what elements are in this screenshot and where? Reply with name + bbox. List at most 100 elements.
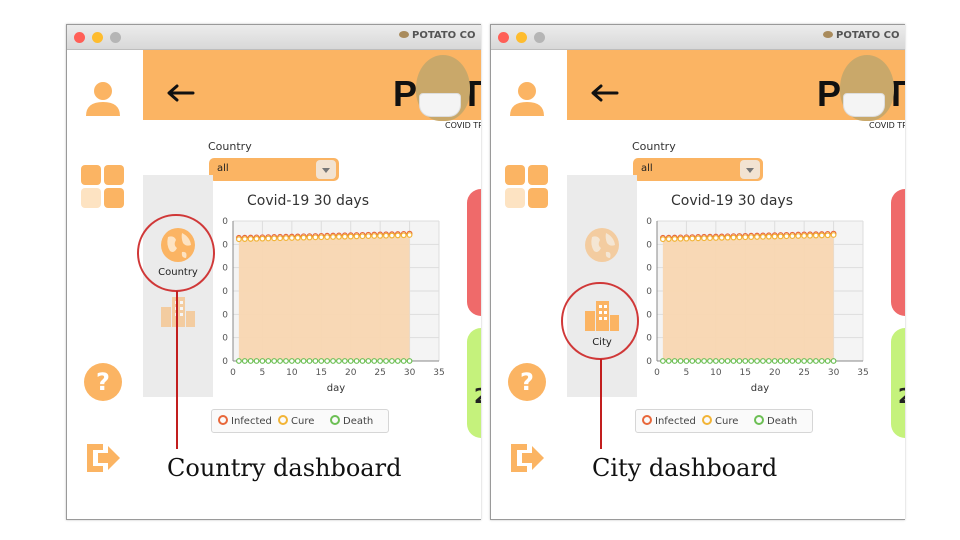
- covid-30-day-chart: 0 5 10 15 20 25 30 350000000day: [222, 217, 444, 394]
- x-tick-label: 25: [374, 368, 385, 378]
- legend-cure[interactable]: Cure: [278, 415, 314, 427]
- sidebar: ?: [67, 50, 143, 519]
- x-tick-label: 20: [769, 368, 781, 378]
- point-death: [394, 358, 401, 364]
- point-cure: [689, 235, 696, 242]
- point-death: [824, 358, 831, 364]
- chevron-down-icon[interactable]: [316, 160, 336, 179]
- back-arrow-icon[interactable]: [165, 83, 195, 103]
- back-arrow-icon[interactable]: [589, 83, 619, 103]
- point-death: [724, 358, 731, 364]
- point-cure: [306, 234, 313, 241]
- minimize-window-button[interactable]: [516, 32, 527, 43]
- point-cure: [707, 235, 713, 241]
- apps-grid-icon[interactable]: [504, 164, 550, 210]
- x-tick-label: 0: [654, 368, 660, 378]
- tab-country[interactable]: [571, 223, 633, 287]
- sidebar: ?: [491, 50, 567, 519]
- point-death: [765, 358, 772, 364]
- zoom-window-button[interactable]: [534, 32, 545, 43]
- x-tick-label: 30: [404, 368, 416, 378]
- face-mask-icon: [419, 93, 461, 117]
- point-cure: [748, 234, 755, 241]
- point-death: [300, 358, 307, 364]
- y-tick-label: 0: [646, 334, 652, 344]
- point-cure: [760, 233, 766, 240]
- point-death: [712, 358, 719, 364]
- point-cure: [247, 236, 254, 242]
- legend-cure[interactable]: Cure: [702, 415, 738, 427]
- point-death: [671, 358, 678, 364]
- point-death: [324, 358, 331, 364]
- point-cure: [365, 233, 372, 240]
- point-death: [312, 358, 319, 364]
- point-death: [818, 358, 825, 364]
- minimize-window-button[interactable]: [92, 32, 103, 43]
- close-window-button[interactable]: [74, 32, 85, 43]
- point-death: [247, 358, 254, 364]
- country-dashboard-caption: Country dashboard: [167, 454, 402, 482]
- country-dashboard-window: POTATO CO ? PO T COVID TR Country al: [66, 24, 481, 520]
- point-death: [377, 358, 384, 364]
- point-cure: [318, 234, 325, 241]
- point-death: [659, 358, 666, 364]
- title-bar: POTATO CO: [67, 25, 481, 50]
- country-select[interactable]: all: [209, 158, 339, 181]
- city-buildings-icon: [161, 297, 195, 327]
- y-tick-label: 0: [646, 310, 652, 320]
- help-icon[interactable]: ?: [83, 362, 123, 402]
- window-title: POTATO CO: [823, 30, 899, 41]
- country-filter-label: Country: [632, 140, 676, 153]
- stat-card-green: 2: [467, 328, 481, 438]
- point-cure: [671, 236, 678, 242]
- logout-icon[interactable]: [83, 438, 123, 478]
- point-cure: [347, 233, 354, 240]
- point-cure: [771, 233, 778, 240]
- help-icon[interactable]: ?: [507, 362, 547, 402]
- point-death: [689, 358, 696, 364]
- logout-icon[interactable]: [507, 438, 547, 478]
- close-window-button[interactable]: [498, 32, 509, 43]
- chevron-down-icon[interactable]: [740, 160, 760, 179]
- zoom-window-button[interactable]: [110, 32, 121, 43]
- point-cure: [324, 234, 331, 241]
- point-death: [754, 358, 760, 364]
- point-cure: [271, 235, 278, 242]
- y-tick-label: 0: [222, 334, 228, 344]
- x-tick-label: 25: [798, 368, 809, 378]
- user-icon[interactable]: [83, 78, 123, 118]
- y-tick-label: 0: [222, 310, 228, 320]
- point-death: [771, 358, 778, 364]
- stat-card-green-value: 2: [898, 384, 905, 408]
- legend-infected[interactable]: Infected: [642, 415, 696, 427]
- point-cure: [383, 232, 389, 239]
- apps-grid-icon[interactable]: [80, 164, 126, 210]
- point-death: [777, 358, 784, 364]
- point-cure: [294, 234, 301, 241]
- point-cure: [394, 232, 401, 239]
- point-cure: [795, 233, 802, 239]
- point-cure: [712, 235, 719, 241]
- x-axis-label: day: [327, 383, 345, 394]
- user-icon[interactable]: [507, 78, 547, 118]
- point-death: [695, 358, 702, 364]
- tab-city[interactable]: [147, 295, 209, 359]
- legend-death[interactable]: Death: [330, 415, 373, 427]
- chart-title: Covid-19 30 days: [670, 193, 794, 209]
- point-cure: [742, 234, 749, 241]
- point-cure: [400, 232, 407, 239]
- legend-infected[interactable]: Infected: [218, 415, 272, 427]
- point-cure: [288, 235, 295, 241]
- potato-mini-icon: [399, 31, 409, 38]
- legend-death[interactable]: Death: [754, 415, 797, 427]
- point-death: [683, 358, 690, 364]
- point-death: [371, 358, 378, 364]
- point-cure: [235, 236, 242, 243]
- app-subtitle: COVID TR: [445, 121, 481, 130]
- point-cure: [353, 233, 360, 240]
- country-select[interactable]: all: [633, 158, 763, 181]
- point-cure: [265, 235, 272, 242]
- point-cure: [765, 233, 772, 240]
- app-subtitle: COVID TR: [869, 121, 905, 130]
- y-tick-label: 0: [646, 287, 652, 297]
